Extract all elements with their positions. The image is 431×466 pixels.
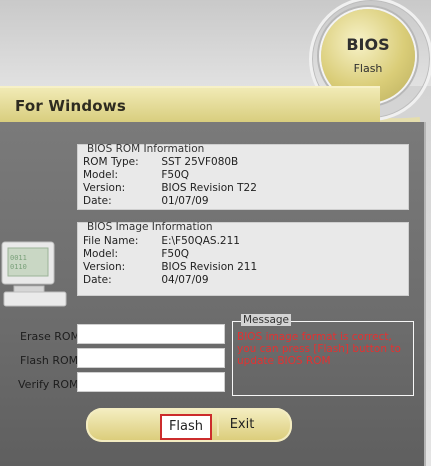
image-version-row: Version: BIOS Revision 211 [83, 261, 257, 273]
exit-button[interactable]: Exit [217, 414, 265, 436]
date-value: 01/07/09 [161, 195, 209, 207]
title-bar: For Windows [0, 86, 380, 127]
file-name-key: File Name: [83, 235, 139, 247]
badge-subtitle: Flash [353, 62, 383, 75]
image-version-value: BIOS Revision 211 [161, 261, 258, 273]
version-row: Version: BIOS Revision T22 [83, 182, 257, 194]
image-date-value: 04/07/09 [161, 274, 209, 286]
bios-image-info-box: BIOS Image Information File Name: E:\F50… [77, 221, 409, 296]
erase-rom-progress [77, 324, 225, 344]
image-model-key: Model: [83, 248, 119, 260]
rom-type-row: ROM Type: SST 25VF080B [83, 156, 238, 168]
image-model-value: F50Q [161, 248, 190, 260]
erase-rom-label: Erase ROM [20, 330, 81, 343]
image-model-row: Model: F50Q [83, 248, 189, 260]
bios-rom-info-box: BIOS ROM Information ROM Type: SST 25VF0… [77, 143, 409, 210]
rom-type-value: SST 25VF080B [161, 156, 239, 168]
rom-type-key: ROM Type: [83, 156, 139, 168]
file-name-value: E:\F50QAS.211 [161, 235, 240, 247]
verify-rom-label: Verify ROM [18, 378, 79, 391]
svg-text:0011: 0011 [10, 254, 27, 262]
message-text: BIOS image format is correct, you can pr… [237, 331, 401, 367]
monitor-icon: 0011 0110 [1, 241, 67, 307]
image-version-key: Version: [83, 261, 126, 273]
date-row: Date: 01/07/09 [83, 195, 209, 207]
message-box: Message BIOS image format is correct, yo… [232, 314, 414, 396]
model-value: F50Q [161, 169, 190, 181]
message-caption: Message [241, 314, 292, 326]
file-name-row: File Name: E:\F50QAS.211 [83, 235, 240, 247]
window: BIOS Flash For Windows 0011 0110 BIOS RO… [0, 0, 431, 466]
verify-rom-progress [77, 372, 225, 392]
flash-button[interactable]: Flash [160, 414, 212, 440]
version-key: Version: [83, 182, 126, 194]
badge-title: BIOS [346, 35, 390, 54]
image-date-key: Date: [83, 274, 112, 286]
bios-rom-info-heading: BIOS ROM Information [87, 143, 205, 155]
version-value: BIOS Revision T22 [161, 182, 257, 194]
date-key: Date: [83, 195, 112, 207]
svg-text:0110: 0110 [10, 263, 27, 271]
model-key: Model: [83, 169, 119, 181]
model-row: Model: F50Q [83, 169, 189, 181]
bios-image-info-heading: BIOS Image Information [87, 221, 213, 233]
window-title: For Windows [15, 97, 126, 115]
image-date-row: Date: 04/07/09 [83, 274, 209, 286]
flash-rom-progress [77, 348, 225, 368]
flash-rom-label: Flash ROM [20, 354, 79, 367]
